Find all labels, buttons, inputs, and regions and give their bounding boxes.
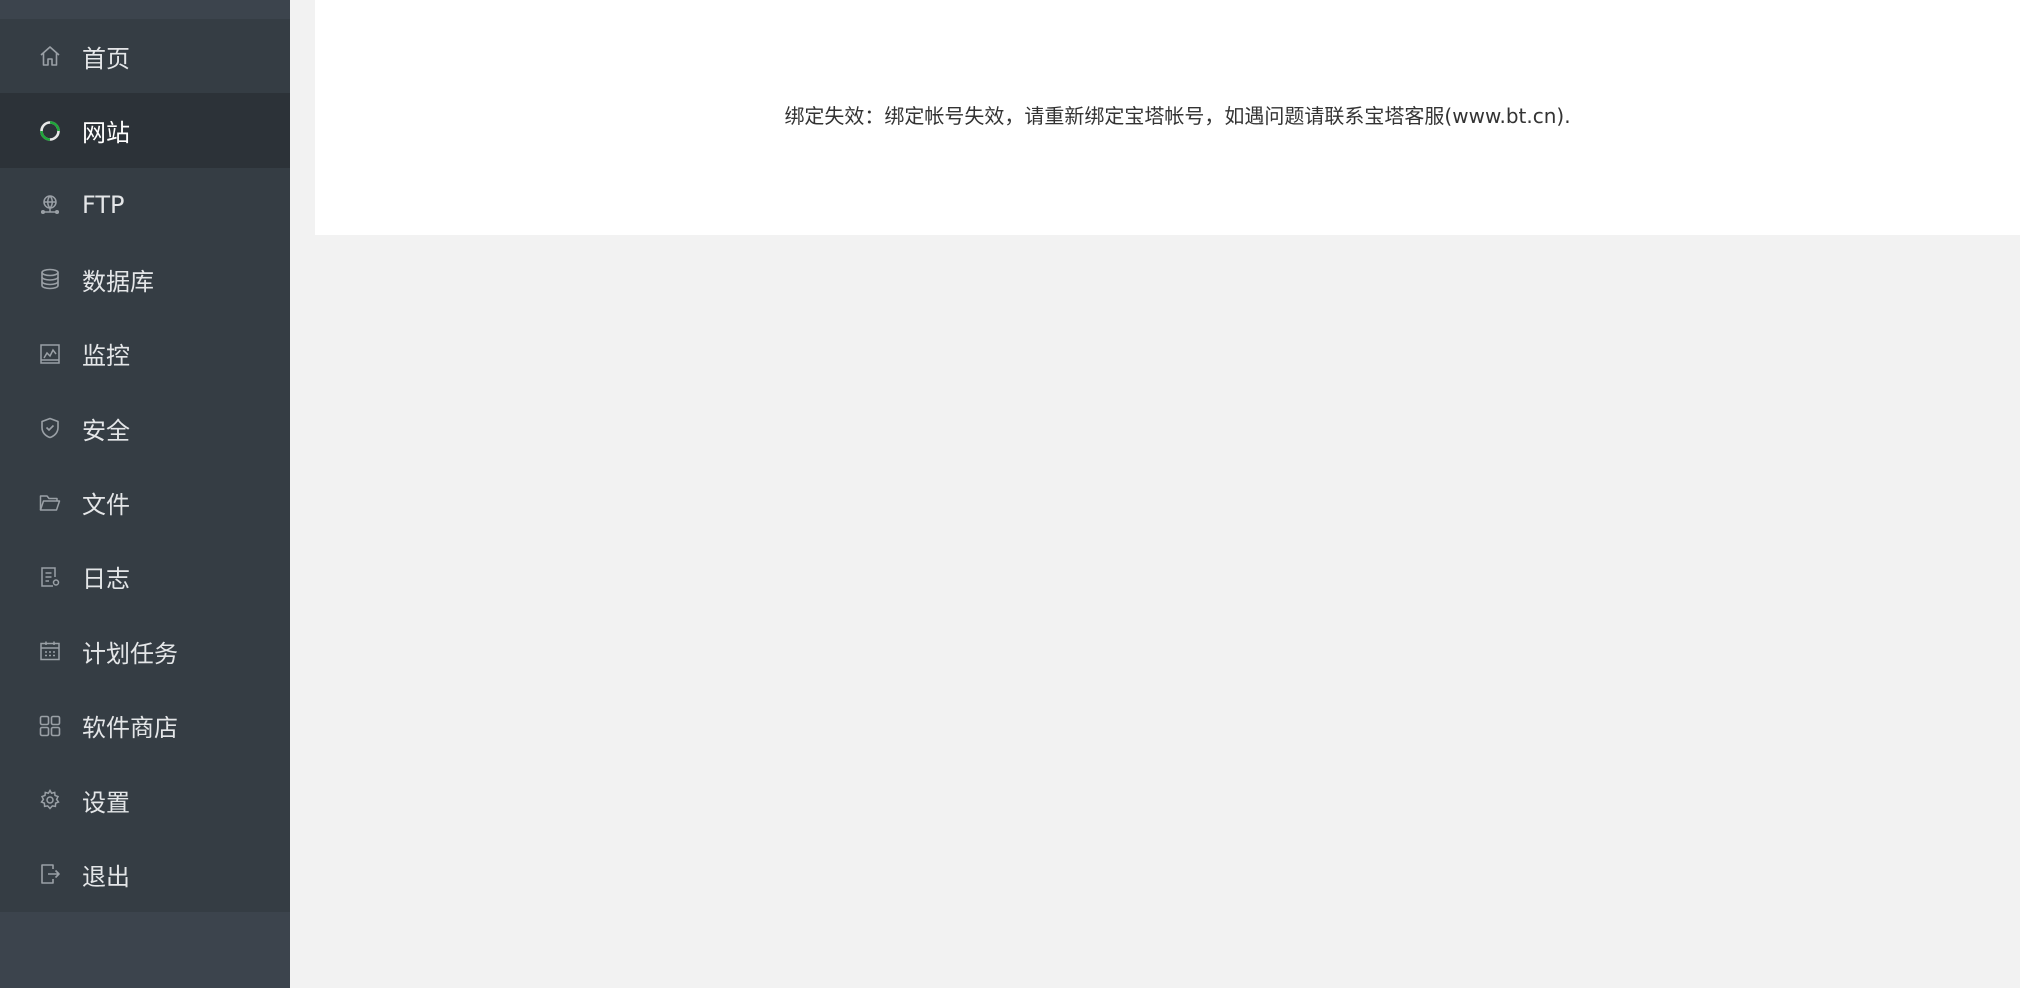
- sidebar-item-database[interactable]: 数据库: [0, 242, 290, 316]
- website-icon: [38, 119, 62, 143]
- message-panel: 绑定失效：绑定帐号失效，请重新绑定宝塔帐号，如遇问题请联系宝塔客服(www.bt…: [315, 0, 2020, 235]
- monitor-icon: [38, 342, 62, 366]
- binding-error-message: 绑定失效：绑定帐号失效，请重新绑定宝塔帐号，如遇问题请联系宝塔客服(www.bt…: [784, 104, 1571, 128]
- sidebar-item-monitor[interactable]: 监控: [0, 317, 290, 391]
- sidebar-top-strip: [0, 0, 290, 19]
- shield-icon: [38, 416, 62, 440]
- sidebar-item-settings[interactable]: 设置: [0, 763, 290, 837]
- sidebar-item-label: 数据库: [82, 267, 154, 296]
- sidebar-item-logs[interactable]: 日志: [0, 540, 290, 614]
- sidebar-item-security[interactable]: 安全: [0, 391, 290, 465]
- sidebar: 首页 网站 FTP 数据库 监控 安全 文件 日志 计划任务 软件商店 设置 退…: [0, 0, 290, 988]
- sidebar-item-label: 首页: [82, 44, 130, 73]
- sidebar-item-label: 退出: [82, 862, 130, 891]
- app-store-icon: [38, 714, 62, 738]
- database-icon: [38, 267, 62, 291]
- calendar-icon: [38, 639, 62, 663]
- sidebar-item-website[interactable]: 网站: [0, 93, 290, 168]
- log-icon: [38, 565, 62, 589]
- sidebar-item-logout[interactable]: 退出: [0, 837, 290, 911]
- sidebar-item-label: 计划任务: [82, 639, 178, 668]
- sidebar-item-ftp[interactable]: FTP: [0, 168, 290, 242]
- sidebar-menu: 首页 网站 FTP 数据库 监控 安全 文件 日志 计划任务 软件商店 设置 退…: [0, 19, 290, 912]
- sidebar-item-label: 设置: [82, 788, 130, 817]
- sidebar-item-home[interactable]: 首页: [0, 19, 290, 93]
- main-content: 绑定失效：绑定帐号失效，请重新绑定宝塔帐号，如遇问题请联系宝塔客服(www.bt…: [290, 0, 2020, 988]
- sidebar-item-label: 软件商店: [82, 714, 178, 743]
- sidebar-item-label: FTP: [82, 190, 125, 219]
- home-icon: [38, 44, 62, 68]
- sidebar-item-files[interactable]: 文件: [0, 465, 290, 539]
- sidebar-item-app-store[interactable]: 软件商店: [0, 689, 290, 763]
- sidebar-item-label: 安全: [82, 416, 130, 445]
- logout-icon: [38, 862, 62, 886]
- sidebar-item-label: 网站: [82, 119, 130, 148]
- sidebar-item-label: 监控: [82, 342, 130, 371]
- sidebar-item-cron[interactable]: 计划任务: [0, 614, 290, 688]
- ftp-icon: [38, 193, 62, 217]
- folder-icon: [38, 491, 62, 515]
- sidebar-item-label: 日志: [82, 565, 130, 594]
- gear-icon: [38, 788, 62, 812]
- sidebar-item-label: 文件: [82, 491, 130, 520]
